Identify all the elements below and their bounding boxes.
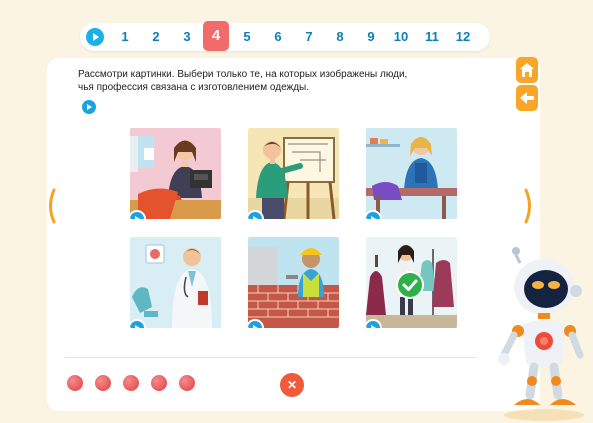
tailor-illustration — [366, 128, 457, 219]
play-audio-icon[interactable] — [86, 28, 104, 46]
seamstress-illustration — [130, 128, 221, 219]
page-1-button[interactable]: 1 — [114, 23, 136, 51]
attempt-indicator — [179, 375, 195, 391]
attempt-indicator — [151, 375, 167, 391]
back-button[interactable] — [516, 85, 538, 111]
architect-illustration — [248, 128, 339, 219]
page-11-button[interactable]: 11 — [421, 23, 443, 51]
tile-audio-button[interactable] — [130, 212, 144, 219]
page-3-button[interactable]: 3 — [176, 23, 198, 51]
page-6-button[interactable]: 6 — [267, 23, 289, 51]
tile-audio-button[interactable] — [366, 321, 380, 328]
attempt-indicator — [67, 375, 83, 391]
page-2-button[interactable]: 2 — [145, 23, 167, 51]
bricklayer-illustration — [248, 237, 339, 328]
tile-audio-button[interactable] — [130, 321, 144, 328]
attempt-indicator — [95, 375, 111, 391]
check-icon — [402, 279, 418, 291]
tile-audio-button[interactable] — [248, 321, 262, 328]
page-navigation-bar: 1 2 3 4 5 6 7 8 9 10 11 12 — [80, 21, 490, 51]
page-7-button[interactable]: 7 — [298, 23, 320, 51]
close-icon: ✕ — [286, 378, 298, 392]
tile-architect[interactable] — [248, 128, 339, 219]
selected-check-badge — [398, 273, 422, 297]
task-instruction: Рассмотри картинки. Выбери только те, на… — [78, 69, 478, 94]
doctor-illustration — [130, 237, 221, 328]
divider — [65, 357, 477, 358]
home-button[interactable] — [516, 57, 538, 83]
reset-button[interactable]: ✕ — [280, 373, 304, 397]
instruction-line-1: Рассмотри картинки. Выбери только те, на… — [78, 69, 408, 80]
page-10-button[interactable]: 10 — [389, 23, 413, 51]
page-4-button[interactable]: 4 — [203, 21, 229, 51]
tile-seamstress[interactable] — [130, 128, 221, 219]
home-icon — [520, 63, 534, 77]
instruction-line-2: чья профессия связана с изготовлением од… — [78, 81, 310, 93]
page-5-button[interactable]: 5 — [236, 23, 258, 51]
tile-fashion-designer[interactable] — [366, 237, 457, 328]
tile-bricklayer[interactable] — [248, 237, 339, 328]
page-8-button[interactable]: 8 — [329, 23, 351, 51]
page-9-button[interactable]: 9 — [360, 23, 382, 51]
robot-mascot — [498, 247, 584, 421]
previous-arrow-icon[interactable] — [44, 188, 56, 224]
tile-doctor[interactable] — [130, 237, 221, 328]
tile-audio-button[interactable] — [248, 212, 262, 219]
task-card — [47, 58, 540, 411]
page-12-button[interactable]: 12 — [451, 23, 475, 51]
next-arrow-icon[interactable] — [524, 188, 536, 224]
attempt-indicator — [123, 375, 139, 391]
instruction-audio-button[interactable] — [82, 100, 96, 114]
back-arrow-icon — [520, 92, 534, 104]
tile-audio-button[interactable] — [366, 212, 380, 219]
tile-tailor[interactable] — [366, 128, 457, 219]
